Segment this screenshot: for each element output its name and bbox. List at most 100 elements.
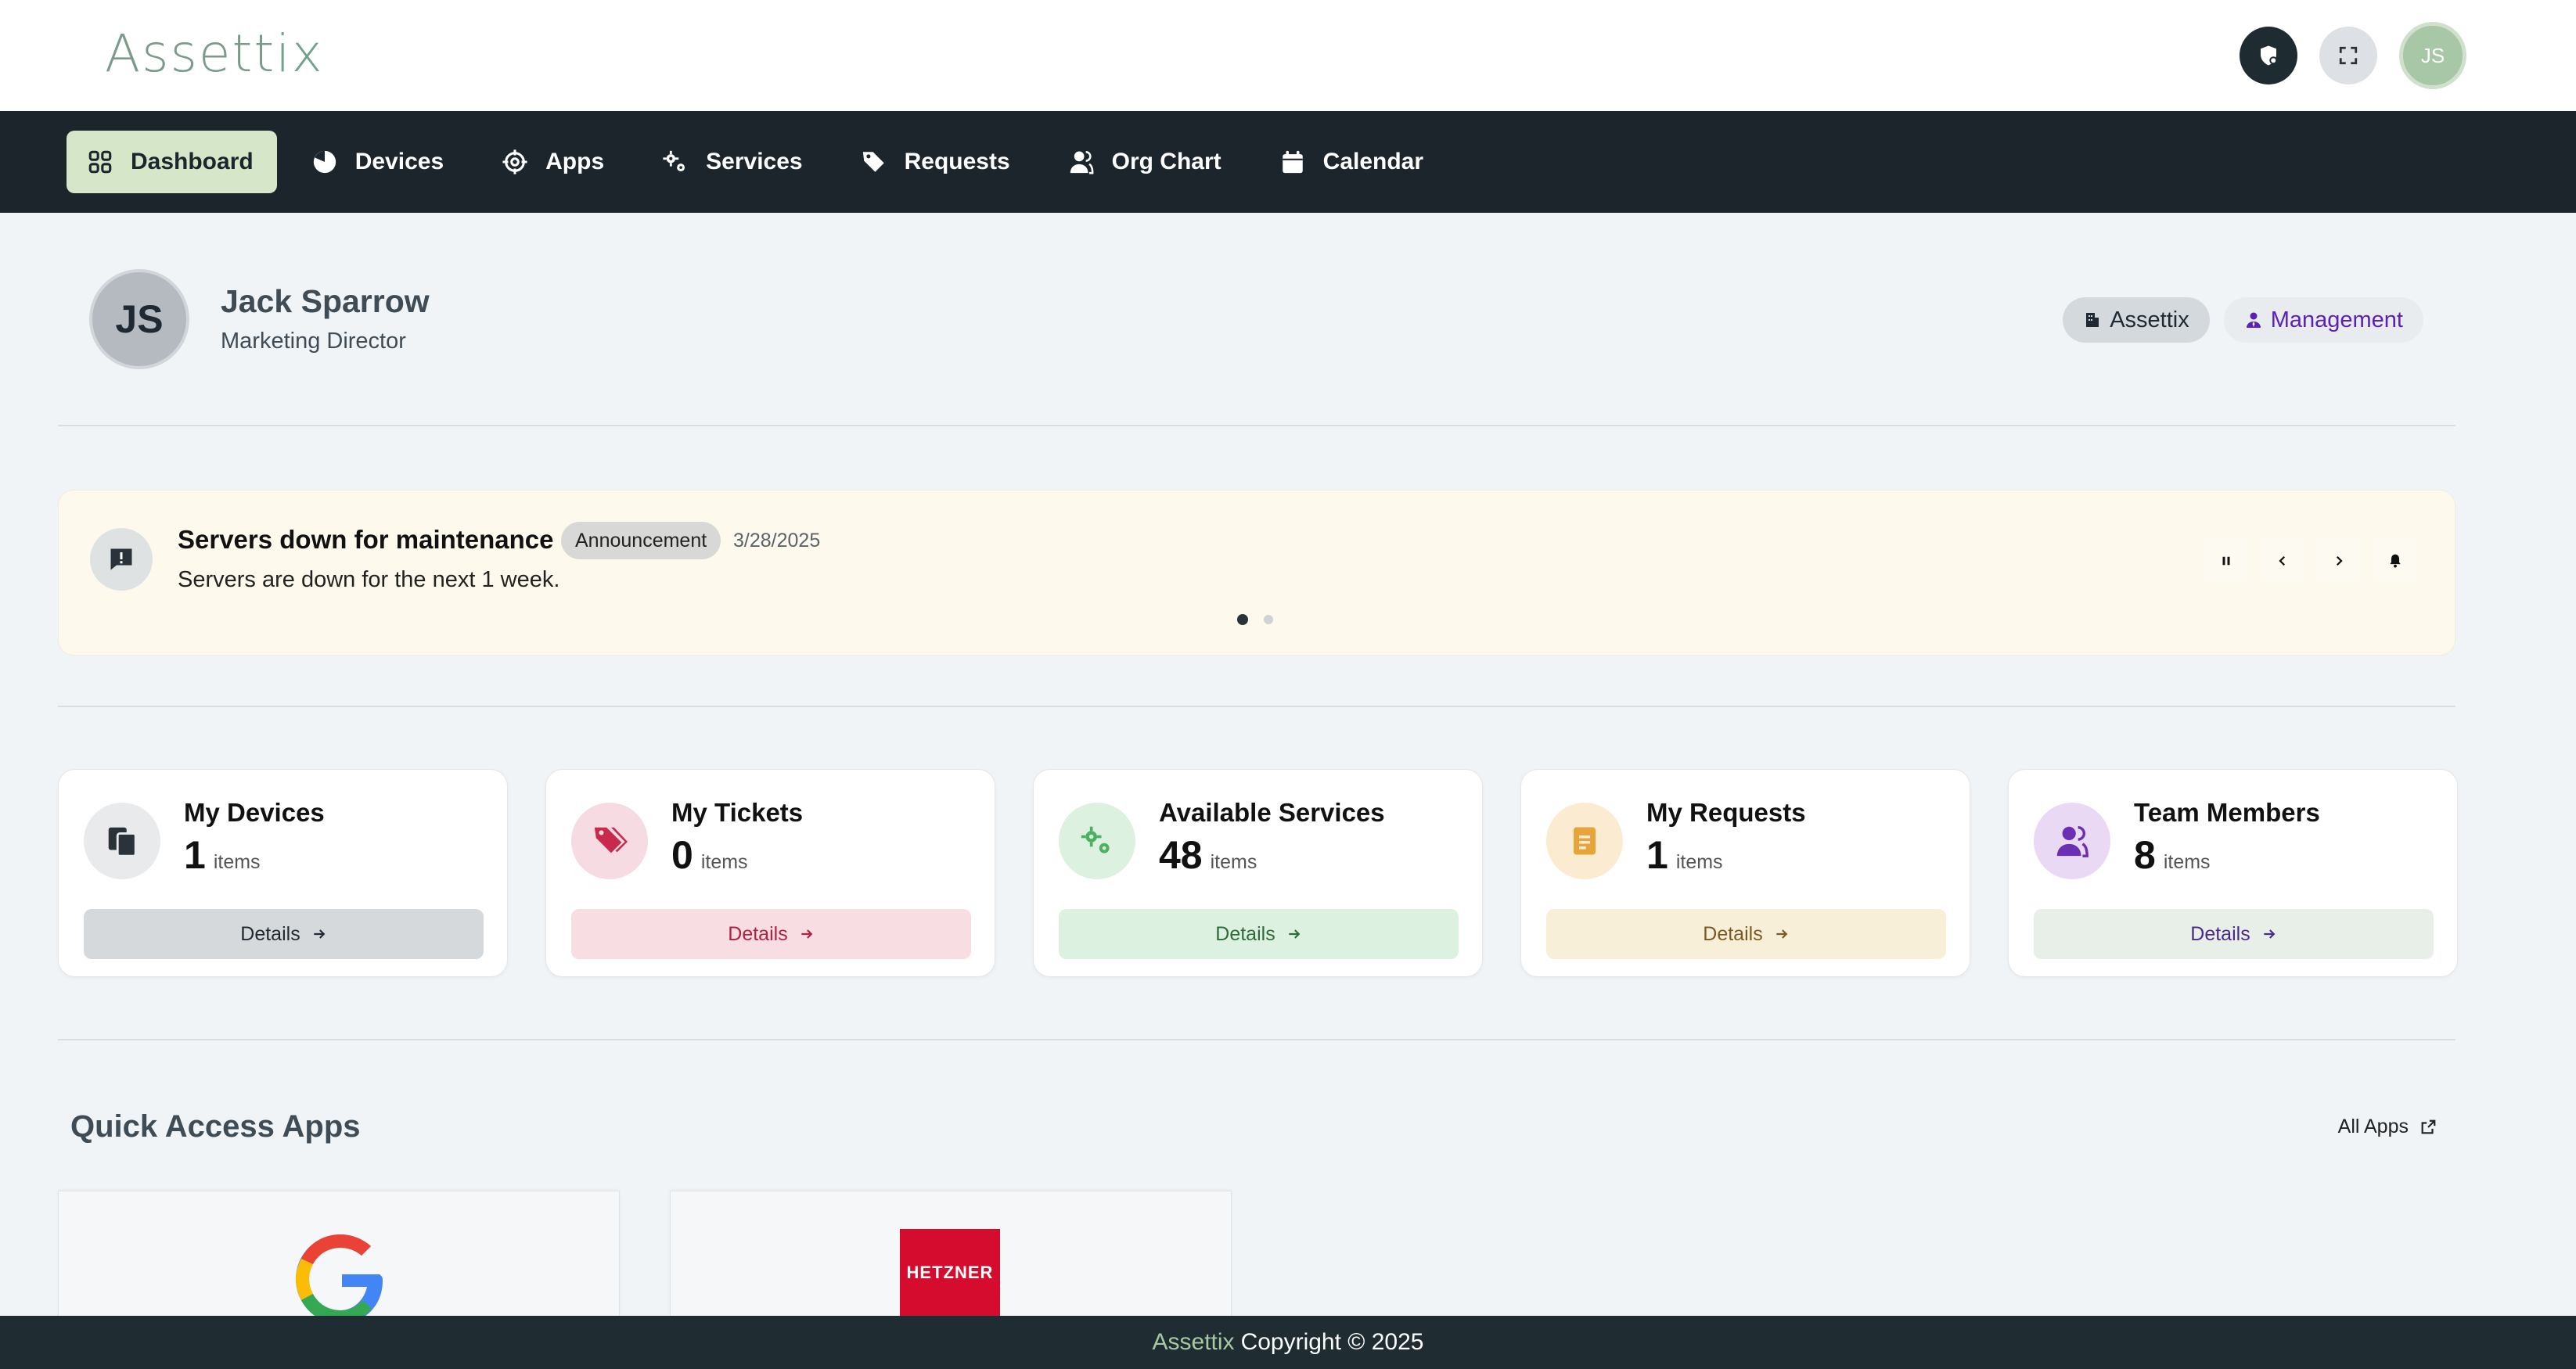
crosshair-icon (502, 149, 527, 174)
section-divider (58, 425, 2455, 426)
shield-icon (2261, 45, 2278, 66)
users-icon (1070, 150, 1094, 174)
details-button[interactable]: Details (571, 909, 971, 959)
announcement-controls (2204, 539, 2417, 583)
user-avatar-button[interactable]: JS (2399, 22, 2466, 89)
card-icon (84, 803, 160, 879)
nav-calendar[interactable]: Calendar (1259, 131, 1447, 193)
footer-copyright: Copyright © 2025 (1240, 1329, 1424, 1355)
profile-tags: Assettix Management (2063, 297, 2423, 343)
arrow-right-icon (801, 929, 813, 939)
arrow-right-icon (1776, 929, 1788, 939)
card-title: My Devices (184, 798, 325, 827)
organization-tag[interactable]: Assettix (2063, 297, 2210, 343)
nav-requests[interactable]: Requests (840, 131, 1034, 193)
details-button[interactable]: Details (84, 909, 484, 959)
arrow-right-icon (2264, 929, 2276, 939)
department-tag[interactable]: Management (2223, 297, 2423, 343)
assettix-logo[interactable]: Assettix (105, 23, 324, 84)
nav-label: Services (706, 149, 803, 174)
previous-button[interactable] (2261, 539, 2304, 583)
announcement-title: Servers down for maintenance (178, 525, 554, 554)
card-my-tickets: My Tickets 0 items Details (545, 769, 995, 977)
card-count: 48 items (1159, 832, 1257, 878)
logo-text: Assett (105, 23, 276, 84)
pause-icon (2222, 556, 2230, 566)
announcement-banner: Servers down for maintenance Announcemen… (58, 490, 2455, 656)
stat-cards: My Devices 1 items Details My Tickets 0 it… (58, 769, 2458, 977)
card-title: Available Services (1159, 798, 1385, 827)
message-alert-icon (110, 548, 132, 570)
external-link-icon (2421, 1119, 2436, 1134)
details-label: Details (2190, 922, 2250, 945)
details-button[interactable]: Details (1059, 909, 1459, 959)
details-button[interactable]: Details (1546, 909, 1946, 959)
nav-services[interactable]: Services (642, 131, 826, 193)
fullscreen-button[interactable] (2319, 27, 2377, 84)
nav-label: Calendar (1322, 149, 1424, 174)
count-unit: items (2163, 851, 2211, 873)
app-card-google[interactable] (58, 1191, 620, 1317)
card-my-devices: My Devices 1 items Details (58, 769, 508, 977)
profile-name: Jack Sparrow (221, 283, 430, 319)
card-my-requests: My Requests 1 items Details (1520, 769, 1970, 977)
card-available-services: Available Services 48 items Details (1033, 769, 1483, 977)
profile-role: Marketing Director (221, 329, 406, 354)
nav-label: Devices (354, 149, 444, 174)
count-value: 8 (2134, 833, 2156, 877)
footer-brand[interactable]: Assettix (1153, 1329, 1235, 1356)
building-icon (2086, 313, 2099, 327)
hetzner-logo: HETZNER (900, 1229, 1000, 1317)
all-apps-link[interactable]: All Apps (2338, 1116, 2437, 1138)
security-button[interactable] (2240, 27, 2297, 84)
grid-icon (88, 150, 112, 174)
arrow-right-icon (314, 929, 326, 939)
avatar-initials: JS (2420, 43, 2445, 67)
count-value: 1 (1646, 833, 1668, 877)
nav-devices[interactable]: Devices (291, 131, 467, 193)
document-icon (1574, 827, 1596, 855)
card-title: My Tickets (671, 798, 804, 827)
next-button[interactable] (2317, 539, 2361, 583)
google-logo-icon (296, 1234, 383, 1317)
top-header: Assettix JS (0, 0, 2576, 111)
details-button[interactable]: Details (2034, 909, 2434, 959)
arrow-right-icon (1289, 929, 1301, 939)
announcement-badge: Announcement (561, 522, 721, 559)
carousel-dot[interactable] (1264, 615, 1273, 624)
notifications-button[interactable] (2373, 539, 2417, 583)
count-value: 1 (184, 833, 206, 877)
pause-button[interactable] (2204, 539, 2248, 583)
details-label: Details (1703, 922, 1763, 945)
nav-label: Dashboard (131, 149, 254, 174)
section-divider (58, 1039, 2455, 1040)
card-icon (1059, 803, 1135, 879)
nav-dashboard[interactable]: Dashboard (67, 131, 277, 193)
quick-access-title: Quick Access Apps (70, 1109, 361, 1144)
chevron-right-icon (2336, 555, 2343, 566)
card-count: 0 items (671, 832, 748, 878)
gears-icon (663, 150, 685, 172)
carousel-dots (1237, 614, 1273, 625)
main-nav: Dashboard Devices Apps Services Requests… (0, 111, 2576, 213)
nav-label: Apps (545, 149, 605, 174)
card-icon (571, 803, 648, 879)
count-unit: items (213, 851, 261, 873)
nav-apps[interactable]: Apps (481, 131, 628, 193)
carousel-dot-active[interactable] (1237, 614, 1248, 625)
section-divider (58, 706, 2455, 707)
nav-org-chart[interactable]: Org Chart (1048, 131, 1245, 193)
logo-accent: ix (275, 23, 324, 84)
calendar-icon (1282, 150, 1303, 174)
card-count: 8 items (2134, 832, 2211, 878)
card-count: 1 items (1646, 832, 1723, 878)
tags-icon (594, 827, 628, 853)
all-apps-label: All Apps (2337, 1116, 2409, 1137)
count-unit: items (1675, 851, 1723, 873)
bell-icon (2390, 554, 2401, 568)
nav-label: Requests (904, 149, 1010, 174)
count-unit: items (1210, 851, 1257, 873)
hetzner-logo-text: HETZNER (906, 1263, 994, 1282)
card-icon (2034, 803, 2110, 879)
app-card-hetzner[interactable]: HETZNER (670, 1191, 1232, 1317)
